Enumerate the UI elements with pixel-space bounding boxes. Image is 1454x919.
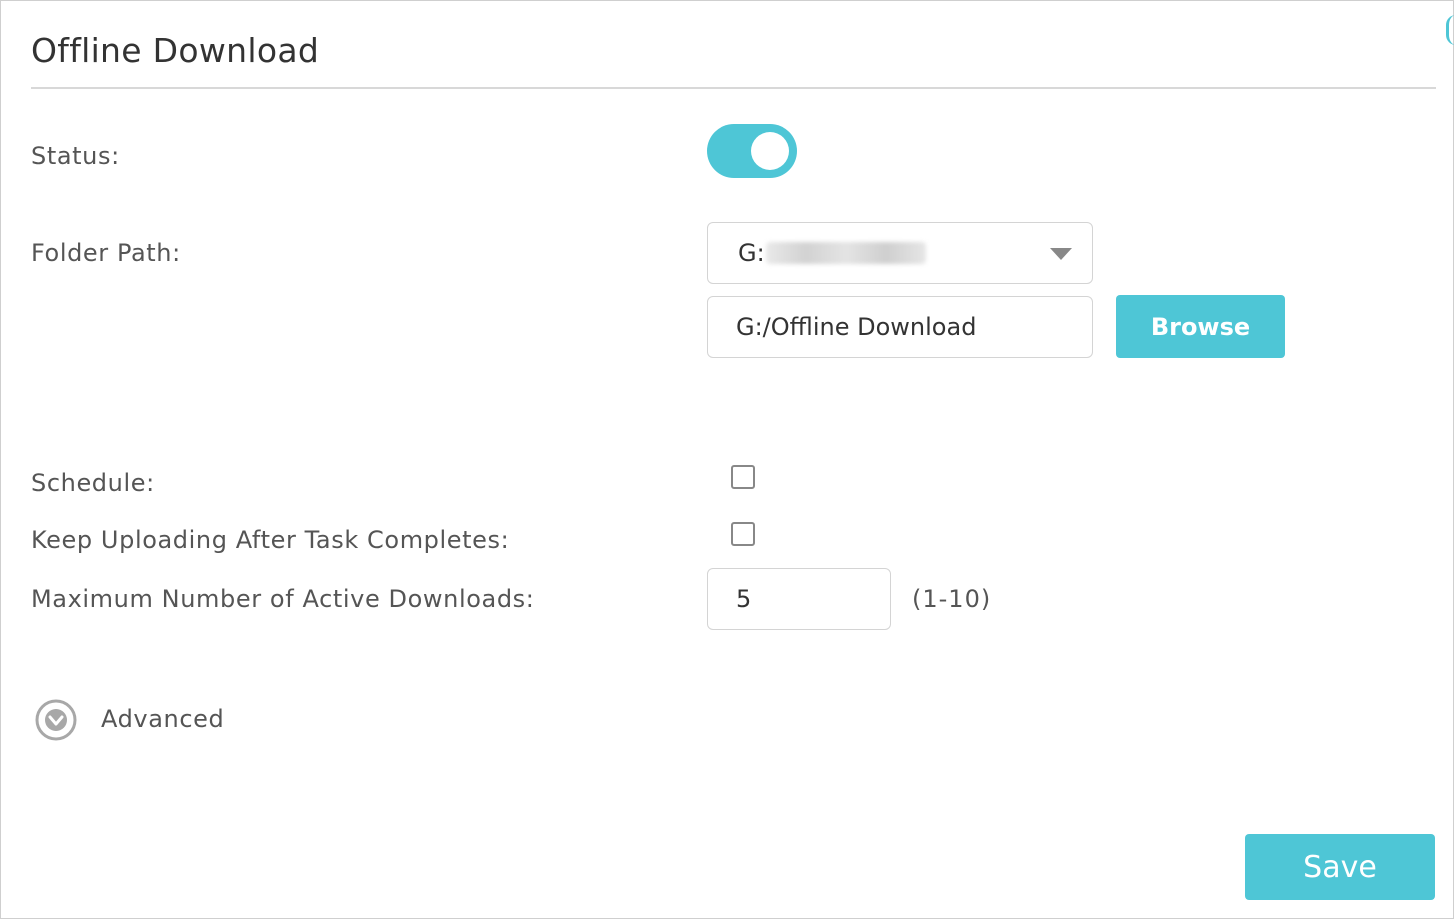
chevron-down-circle-icon: [35, 699, 77, 741]
keep-uploading-checkbox[interactable]: [731, 522, 755, 546]
max-downloads-range-hint: (1-10): [912, 585, 992, 613]
title-divider: [31, 87, 1436, 89]
keep-uploading-label: Keep Uploading After Task Completes:: [31, 526, 510, 554]
status-toggle[interactable]: [707, 124, 797, 178]
schedule-checkbox[interactable]: [731, 465, 755, 489]
drive-select-value: G:: [738, 239, 765, 267]
toggle-knob: [751, 132, 789, 170]
folder-path-label: Folder Path:: [31, 239, 181, 267]
schedule-label: Schedule:: [31, 469, 155, 497]
max-downloads-input[interactable]: [707, 568, 891, 630]
advanced-label: Advanced: [101, 705, 225, 733]
blurred-drive-name: [766, 242, 926, 264]
offline-download-panel: Offline Download Status: Folder Path: G:…: [0, 0, 1454, 919]
save-button[interactable]: Save: [1245, 834, 1435, 900]
browse-button[interactable]: Browse: [1116, 295, 1285, 358]
chevron-down-icon: [1050, 248, 1072, 260]
page-title: Offline Download: [31, 31, 320, 70]
status-label: Status:: [31, 142, 120, 170]
max-downloads-label: Maximum Number of Active Downloads:: [31, 585, 535, 613]
folder-path-input[interactable]: [707, 296, 1093, 358]
drive-select[interactable]: G:: [707, 222, 1093, 284]
scroll-indicator: [1446, 15, 1454, 45]
